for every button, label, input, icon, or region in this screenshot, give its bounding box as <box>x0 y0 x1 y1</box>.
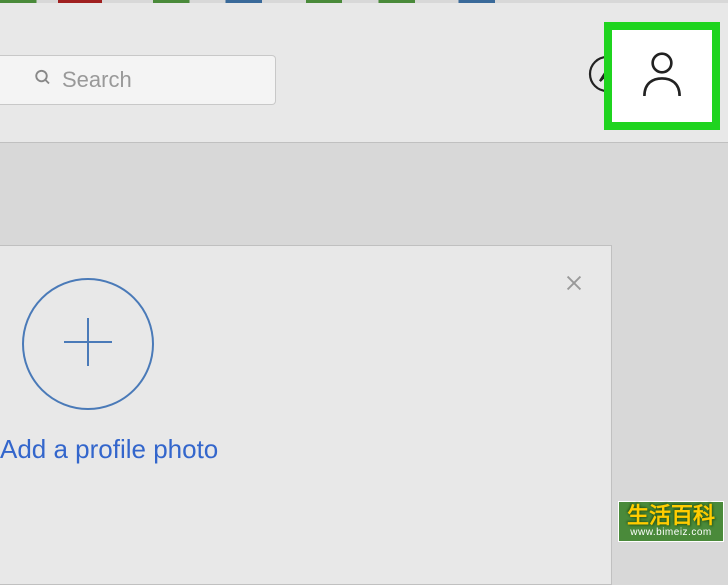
search-input[interactable] <box>62 67 242 93</box>
profile-photo-card: Add a profile photo <box>0 245 612 585</box>
search-container[interactable] <box>0 55 276 105</box>
add-photo-label[interactable]: Add a profile photo <box>0 434 218 465</box>
search-icon <box>34 69 52 92</box>
profile-highlight-box <box>604 22 720 130</box>
user-icon <box>640 86 684 103</box>
close-icon <box>563 281 585 298</box>
add-photo-button[interactable] <box>22 278 154 410</box>
close-button[interactable] <box>563 272 585 299</box>
plus-icon <box>56 310 120 379</box>
watermark-title: 生活百科 <box>627 505 715 527</box>
watermark: 生活百科 www.bimeiz.com <box>618 501 724 542</box>
watermark-url: www.bimeiz.com <box>630 527 711 538</box>
profile-button[interactable] <box>640 49 684 104</box>
